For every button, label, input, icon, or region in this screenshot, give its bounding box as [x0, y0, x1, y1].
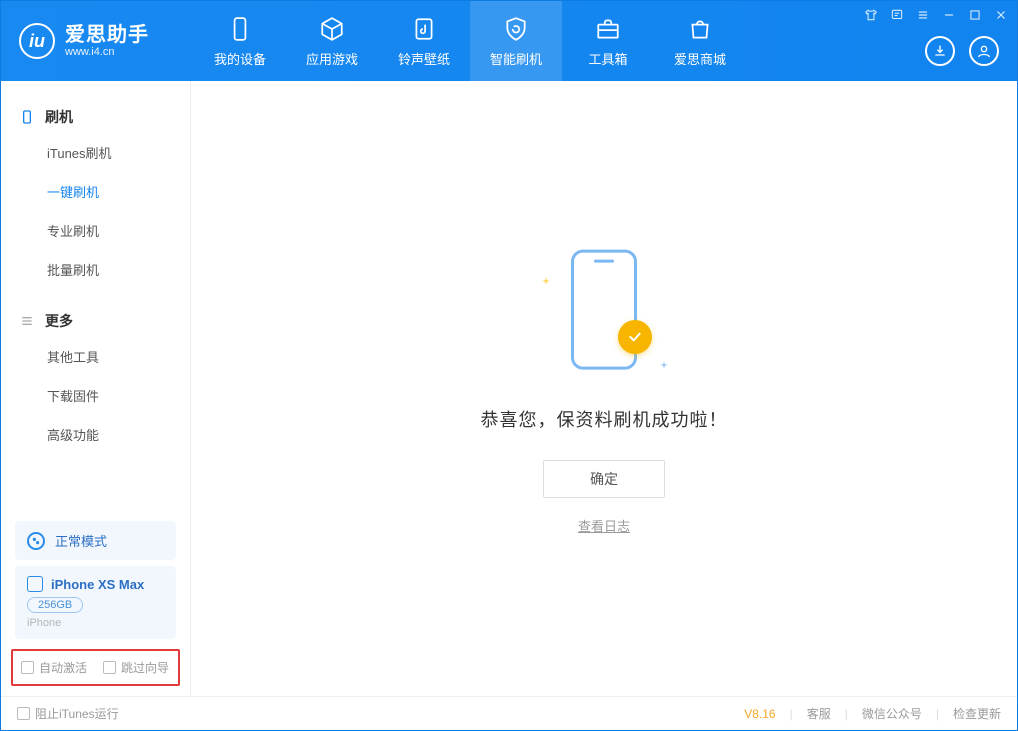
body: 刷机 iTunes刷机 一键刷机 专业刷机 批量刷机 更多 其他工具 下载固件 …	[1, 81, 1017, 696]
main-tabs: 我的设备 应用游戏 铃声壁纸 智能刷机 工具箱 爱思商城	[194, 1, 746, 81]
support-link[interactable]: 客服	[807, 705, 831, 722]
cube-icon	[318, 15, 346, 43]
device-name-row: iPhone XS Max	[27, 576, 164, 592]
shirt-icon[interactable]	[863, 7, 879, 23]
tab-flash[interactable]: 智能刷机	[470, 1, 562, 81]
success-message: 恭喜您，保资料刷机成功啦！	[481, 406, 728, 432]
phone-icon	[226, 15, 254, 43]
checkbox-skip-wizard[interactable]: 跳过向导	[103, 659, 169, 676]
mode-card[interactable]: 正常模式	[15, 521, 176, 560]
tab-label: 智能刷机	[490, 49, 542, 68]
statusbar-right: V8.16 | 客服 | 微信公众号 | 检查更新	[744, 705, 1001, 722]
sidebar: 刷机 iTunes刷机 一键刷机 专业刷机 批量刷机 更多 其他工具 下载固件 …	[1, 81, 191, 696]
window-controls	[863, 7, 1009, 23]
sidebar-item-batch-flash[interactable]: 批量刷机	[1, 250, 190, 289]
checkbox-icon	[17, 707, 30, 720]
sparkle-icon	[542, 272, 550, 280]
download-button[interactable]	[925, 36, 955, 66]
tab-toolbox[interactable]: 工具箱	[562, 1, 654, 81]
sidebar-header-label: 刷机	[45, 107, 73, 127]
bag-icon	[686, 15, 714, 43]
view-log-link[interactable]: 查看日志	[578, 516, 630, 535]
success-illustration	[534, 242, 674, 382]
device-card[interactable]: iPhone XS Max 256GB iPhone	[15, 566, 176, 639]
tab-label: 工具箱	[588, 49, 627, 68]
music-file-icon	[410, 15, 438, 43]
sidebar-item-oneclick-flash[interactable]: 一键刷机	[1, 172, 190, 211]
close-button[interactable]	[993, 7, 1009, 23]
checkbox-icon	[103, 661, 116, 674]
list-icon	[19, 313, 35, 329]
sidebar-item-advanced[interactable]: 高级功能	[1, 415, 190, 454]
sidebar-section-flash: 刷机 iTunes刷机 一键刷机 专业刷机 批量刷机	[1, 93, 190, 297]
sidebar-section-more: 更多 其他工具 下载固件 高级功能	[1, 297, 190, 462]
feedback-icon[interactable]	[889, 7, 905, 23]
sidebar-item-other-tools[interactable]: 其他工具	[1, 337, 190, 376]
sidebar-item-itunes-flash[interactable]: iTunes刷机	[1, 133, 190, 172]
success-badge-icon	[618, 320, 652, 354]
minimize-button[interactable]	[941, 7, 957, 23]
tab-apps[interactable]: 应用游戏	[286, 1, 378, 81]
tab-label: 铃声壁纸	[398, 49, 450, 68]
version-label: V8.16	[744, 707, 775, 721]
header-right-buttons	[925, 36, 999, 66]
status-bar: 阻止iTunes运行 V8.16 | 客服 | 微信公众号 | 检查更新	[1, 696, 1017, 730]
account-button[interactable]	[969, 36, 999, 66]
logo-area: iu 爱思助手 www.i4.cn	[19, 23, 194, 59]
checkbox-label: 跳过向导	[121, 659, 169, 676]
device-type: iPhone	[27, 617, 164, 629]
tab-label: 我的设备	[214, 49, 266, 68]
checkbox-icon	[21, 661, 34, 674]
logo-text: 爱思助手 www.i4.cn	[65, 24, 149, 58]
tab-ringtone[interactable]: 铃声壁纸	[378, 1, 470, 81]
menu-icon[interactable]	[915, 7, 931, 23]
checkbox-auto-activate[interactable]: 自动激活	[21, 659, 87, 676]
sidebar-header-label: 更多	[45, 311, 73, 331]
app-name-en: www.i4.cn	[65, 46, 149, 58]
device-phone-icon	[27, 576, 43, 592]
main-content: 恭喜您，保资料刷机成功啦！ 确定 查看日志	[191, 81, 1017, 696]
checkbox-block-itunes[interactable]: 阻止iTunes运行	[17, 705, 119, 722]
logo-icon: iu	[19, 23, 55, 59]
device-name: iPhone XS Max	[51, 577, 144, 592]
tab-store[interactable]: 爱思商城	[654, 1, 746, 81]
ok-button[interactable]: 确定	[543, 460, 665, 498]
tab-label: 爱思商城	[674, 49, 726, 68]
phone-outline-icon	[19, 109, 35, 125]
checkbox-label: 阻止iTunes运行	[35, 705, 119, 722]
sidebar-item-download-firmware[interactable]: 下载固件	[1, 376, 190, 415]
highlighted-options-box: 自动激活 跳过向导	[11, 649, 180, 686]
maximize-button[interactable]	[967, 7, 983, 23]
device-capacity: 256GB	[27, 597, 83, 613]
mode-icon	[27, 532, 45, 550]
sidebar-footer: 正常模式 iPhone XS Max 256GB iPhone 自动激活 跳过向…	[1, 515, 190, 696]
shield-refresh-icon	[502, 15, 530, 43]
toolbox-icon	[594, 15, 622, 43]
tab-device[interactable]: 我的设备	[194, 1, 286, 81]
sidebar-header-flash: 刷机	[1, 101, 190, 133]
app-window: iu 爱思助手 www.i4.cn 我的设备 应用游戏 铃声壁纸 智能刷机	[0, 0, 1018, 731]
checkbox-label: 自动激活	[39, 659, 87, 676]
sidebar-header-more: 更多	[1, 305, 190, 337]
sidebar-item-pro-flash[interactable]: 专业刷机	[1, 211, 190, 250]
check-update-link[interactable]: 检查更新	[953, 705, 1001, 722]
title-bar: iu 爱思助手 www.i4.cn 我的设备 应用游戏 铃声壁纸 智能刷机	[1, 1, 1017, 81]
tab-label: 应用游戏	[306, 49, 358, 68]
wechat-link[interactable]: 微信公众号	[862, 705, 922, 722]
app-name-cn: 爱思助手	[65, 24, 149, 46]
mode-label: 正常模式	[55, 531, 107, 550]
sparkle-icon	[660, 356, 668, 364]
